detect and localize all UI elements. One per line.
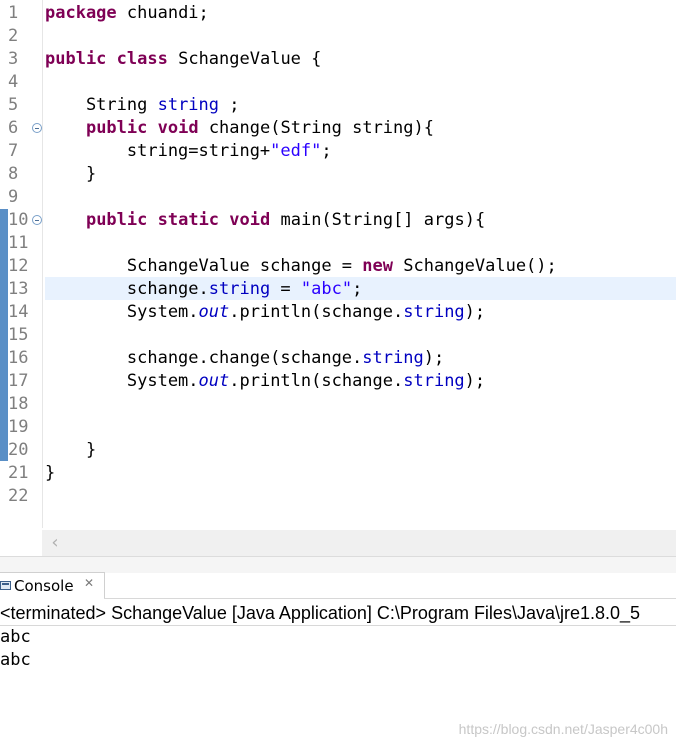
console-output-line: abc	[0, 627, 31, 647]
code-line-16: schange.change(schange.string);	[45, 347, 444, 370]
code-text: SchangeValue schange =	[45, 256, 363, 276]
code-text: );	[423, 348, 445, 368]
line-number: 17	[8, 371, 29, 391]
line-number: 21	[8, 463, 29, 483]
line-number: 19	[8, 417, 29, 437]
console-icon	[0, 581, 11, 590]
keyword: public	[45, 49, 107, 69]
line-number: 6	[8, 118, 19, 138]
code-line-17: System.out.println(schange.string);	[45, 370, 485, 393]
line-number: 3	[8, 49, 19, 69]
line-number: 13	[8, 279, 29, 299]
code-area[interactable]: package chuandi; public class SchangeVal…	[45, 0, 676, 528]
code-text: schange.	[45, 279, 209, 299]
console-output-line: abc	[0, 650, 31, 670]
code-text: change(String string){	[198, 118, 434, 138]
close-icon[interactable]: ✕	[84, 576, 94, 590]
line-number: 22	[8, 486, 29, 506]
code-line-21: }	[45, 463, 56, 483]
code-text: =	[270, 279, 301, 299]
line-number: 20	[8, 440, 29, 460]
tab-console-label: Console	[14, 577, 74, 595]
line-number: 2	[8, 26, 19, 46]
field-name: string	[403, 302, 465, 322]
code-text: SchangeValue();	[393, 256, 557, 276]
line-number: 10	[8, 210, 29, 230]
keyword: class	[116, 49, 168, 69]
static-field: out	[198, 371, 230, 391]
code-line-20: }	[45, 440, 97, 460]
scroll-left-icon[interactable]: ‹	[42, 530, 68, 556]
code-text: SchangeValue {	[167, 49, 322, 69]
line-number: 7	[8, 141, 19, 161]
change-ruler-bar	[0, 209, 8, 461]
keyword: void	[229, 210, 271, 230]
code-editor[interactable]: 1 2 3 4 5 6 7 8 9 10 11 12 13 14 15 16 1…	[0, 0, 676, 528]
field-name: string	[403, 371, 465, 391]
string-literal: "edf"	[270, 141, 322, 161]
line-number: 15	[8, 325, 29, 345]
code-line-3: public class SchangeValue {	[45, 48, 321, 71]
code-line-13: schange.string = "abc";	[45, 278, 362, 301]
field-name: string	[157, 95, 220, 115]
line-number-gutter: 1 2 3 4 5 6 7 8 9 10 11 12 13 14 15 16 1…	[0, 0, 43, 528]
line-number: 12	[8, 256, 29, 276]
code-text: System.	[45, 371, 199, 391]
line-number: 4	[8, 72, 19, 92]
fold-collapse-icon[interactable]	[32, 123, 42, 133]
code-text: string=string+	[45, 141, 271, 161]
code-line-12: SchangeValue schange = new SchangeValue(…	[45, 255, 557, 278]
code-text: ;	[219, 95, 240, 115]
code-text: String	[45, 95, 158, 115]
code-line-8: }	[45, 164, 97, 184]
code-text: chuandi;	[116, 3, 209, 23]
scrollbar-corner	[0, 530, 42, 556]
watermark-text: https://blog.csdn.net/Jasper4c00h	[458, 721, 668, 737]
keyword: public	[85, 118, 148, 138]
code-text: );	[464, 302, 486, 322]
tab-console[interactable]: Console ✕	[0, 572, 105, 600]
line-number: 16	[8, 348, 29, 368]
horizontal-scrollbar[interactable]: ‹	[42, 530, 676, 556]
keyword: static	[157, 210, 220, 230]
code-text: schange.change(schange.	[45, 348, 363, 368]
line-number: 18	[8, 394, 29, 414]
line-number: 5	[8, 95, 19, 115]
code-line-7: string=string+"edf";	[45, 140, 332, 163]
view-divider-sash[interactable]	[0, 556, 676, 573]
code-line-1: package chuandi;	[45, 2, 209, 25]
code-text: );	[464, 371, 486, 391]
code-text: .println(schange.	[229, 371, 404, 391]
code-text: ;	[321, 141, 332, 161]
keyword: package	[45, 3, 117, 23]
code-line-6: public void change(String string){	[45, 117, 434, 140]
code-line-10: public static void main(String[] args){	[45, 209, 485, 232]
keyword: new	[362, 256, 393, 276]
fold-collapse-icon[interactable]	[32, 215, 42, 225]
keyword: void	[157, 118, 199, 138]
line-number: 1	[8, 3, 19, 23]
code-text: ;	[352, 279, 363, 299]
line-number: 11	[8, 233, 29, 253]
line-number: 8	[8, 164, 19, 184]
code-text: main(String[] args){	[270, 210, 486, 230]
code-text: System.	[45, 302, 199, 322]
console-status-line: <terminated> SchangeValue [Java Applicat…	[0, 601, 676, 626]
line-number: 9	[8, 187, 19, 207]
line-number: 14	[8, 302, 29, 322]
string-literal: "abc"	[300, 279, 353, 299]
code-text: .println(schange.	[229, 302, 404, 322]
code-line-5: String string ;	[45, 94, 240, 117]
field-name: string	[208, 279, 271, 299]
keyword: public	[85, 210, 148, 230]
field-name: string	[362, 348, 424, 368]
static-field: out	[198, 302, 230, 322]
code-line-14: System.out.println(schange.string);	[45, 301, 485, 324]
